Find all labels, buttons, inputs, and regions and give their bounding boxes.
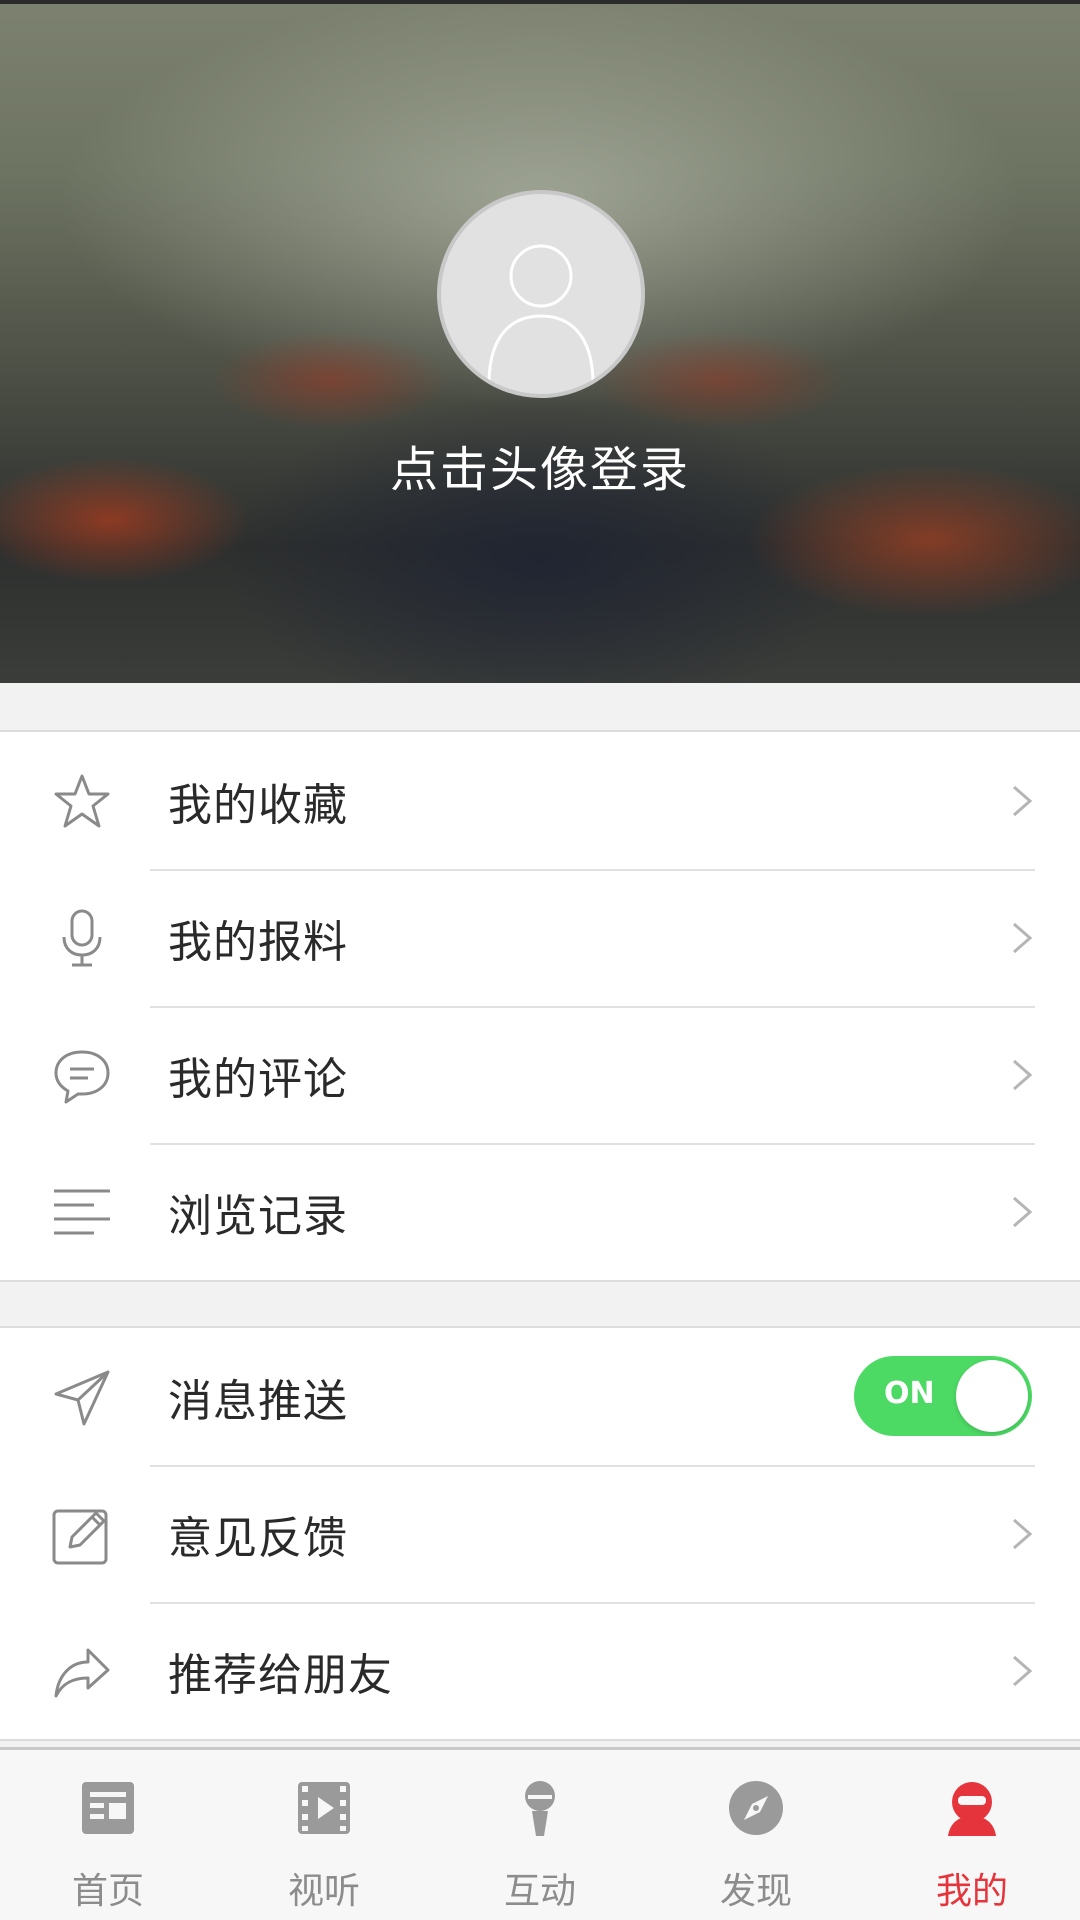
menu-item-comments[interactable]: 我的评论 xyxy=(0,1006,1080,1143)
menu-item-feedback[interactable]: 意见反馈 xyxy=(0,1465,1080,1602)
tab-me[interactable]: 我的 xyxy=(864,1750,1080,1920)
menu-item-label: 意见反馈 xyxy=(168,1512,348,1564)
paper-plane-icon xyxy=(54,1370,110,1426)
toggle-knob xyxy=(956,1360,1028,1432)
chevron-right-icon xyxy=(1013,1518,1033,1549)
bottom-tab-bar: 首页 视听 互动 发现 我的 xyxy=(0,1747,1080,1920)
microphone-icon xyxy=(62,909,102,967)
tab-label: 我的 xyxy=(935,1871,1008,1912)
news-icon xyxy=(82,1782,134,1834)
tab-label: 互动 xyxy=(503,1871,576,1912)
chevron-right-icon xyxy=(1013,1655,1033,1686)
comment-bubble-icon xyxy=(54,1050,110,1104)
menu-item-label: 我的评论 xyxy=(168,1053,348,1105)
menu-group-settings: 消息推送 ON 意见反馈 推荐给朋友 xyxy=(0,1326,1080,1741)
menu-item-label: 我的报料 xyxy=(168,916,348,968)
tab-discover[interactable]: 发现 xyxy=(648,1750,864,1920)
toggle-state-label: ON xyxy=(884,1376,935,1411)
menu-group-personal: 我的收藏 我的报料 我的评论 浏览记录 xyxy=(0,730,1080,1282)
profile-header: 点击头像登录 xyxy=(0,0,1080,683)
login-hint[interactable]: 点击头像登录 xyxy=(0,430,1080,500)
edit-pencil-icon xyxy=(52,1509,108,1565)
tab-label: 首页 xyxy=(71,1871,144,1912)
chevron-right-icon xyxy=(1013,785,1033,816)
menu-item-history[interactable]: 浏览记录 xyxy=(0,1143,1080,1280)
tab-home[interactable]: 首页 xyxy=(0,1750,216,1920)
avatar[interactable] xyxy=(437,190,645,398)
menu-item-push: 消息推送 ON xyxy=(0,1328,1080,1465)
tab-label: 发现 xyxy=(719,1871,792,1912)
menu-item-share[interactable]: 推荐给朋友 xyxy=(0,1602,1080,1739)
menu-item-favorites[interactable]: 我的收藏 xyxy=(0,732,1080,869)
chevron-right-icon xyxy=(1013,922,1033,953)
menu-item-label: 推荐给朋友 xyxy=(168,1649,393,1701)
chevron-right-icon xyxy=(1013,1059,1033,1090)
share-arrow-icon xyxy=(54,1648,110,1698)
menu-item-label: 消息推送 xyxy=(168,1375,348,1427)
microphone-icon xyxy=(525,1781,555,1836)
compass-icon xyxy=(729,1781,783,1835)
push-toggle[interactable]: ON xyxy=(854,1356,1032,1436)
tab-label: 视听 xyxy=(287,1871,360,1912)
profile-screen: 点击头像登录 我的收藏 我的报料 我的评论 浏览记录 消息推送 ON 意见反馈 … xyxy=(0,0,1080,1920)
chevron-right-icon xyxy=(1013,1196,1033,1227)
default-user-icon xyxy=(487,244,595,385)
menu-item-label: 浏览记录 xyxy=(168,1190,348,1242)
menu-item-reports[interactable]: 我的报料 xyxy=(0,869,1080,1006)
tab-interact[interactable]: 互动 xyxy=(432,1750,648,1920)
video-film-icon xyxy=(298,1782,350,1834)
history-lines-icon xyxy=(54,1189,110,1235)
menu-item-label: 我的收藏 xyxy=(168,779,348,831)
user-profile-icon xyxy=(948,1782,996,1836)
tab-media[interactable]: 视听 xyxy=(216,1750,432,1920)
star-icon xyxy=(54,774,110,828)
